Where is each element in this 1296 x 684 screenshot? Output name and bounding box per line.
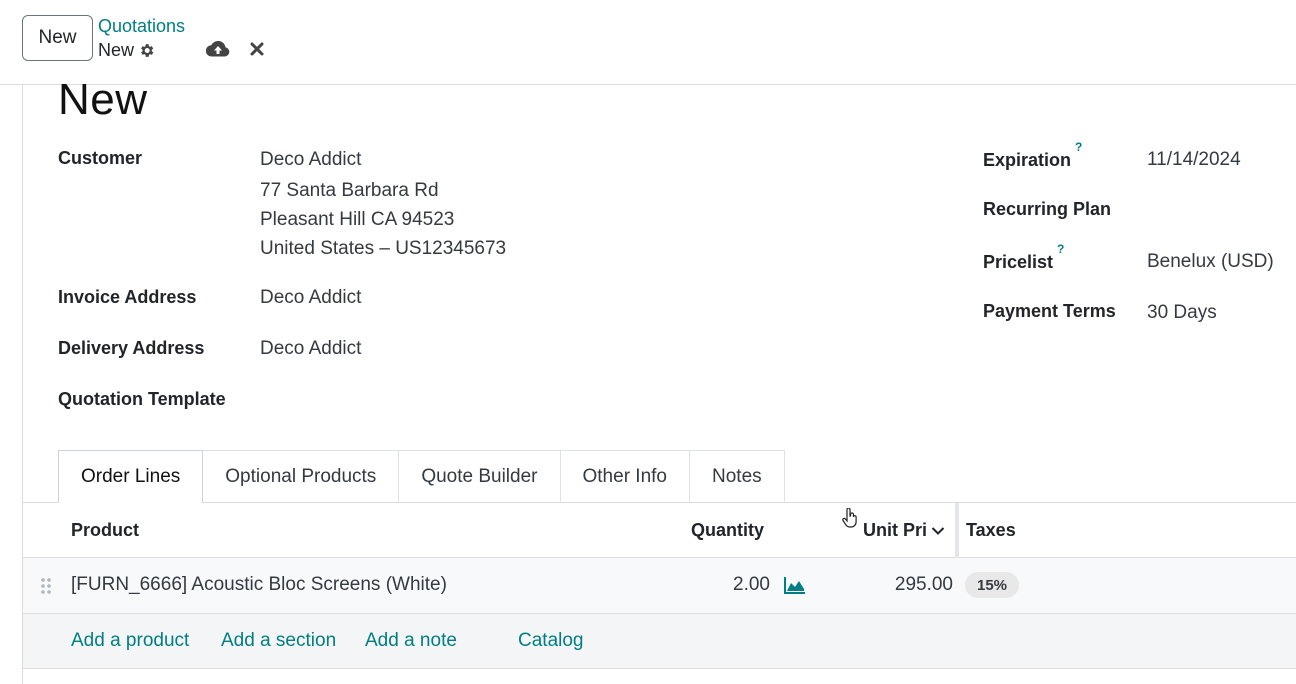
breadcrumb-quotations[interactable]: Quotations xyxy=(98,16,185,37)
expiration-field[interactable]: 11/14/2024 xyxy=(1147,149,1241,171)
quotation-template-label: Quotation Template xyxy=(58,389,226,409)
row-quantity[interactable]: 2.00 xyxy=(713,574,770,596)
tab-order-lines[interactable]: Order Lines xyxy=(58,450,204,503)
invoice-address-label: Invoice Address xyxy=(58,287,197,307)
delivery-address-field[interactable]: Deco Addict xyxy=(260,338,361,360)
breadcrumb-current-label: New xyxy=(98,40,135,60)
column-taxes[interactable]: Taxes xyxy=(966,520,1016,541)
pricelist-field[interactable]: Benelux (USD) xyxy=(1147,251,1274,273)
hand-cursor-icon xyxy=(842,508,857,528)
close-icon[interactable] xyxy=(246,38,268,60)
expiration-label: Expiration? xyxy=(983,140,1082,171)
payment-terms-field[interactable]: 30 Days xyxy=(1147,302,1217,324)
add-product-link[interactable]: Add a product xyxy=(71,630,189,652)
add-note-link[interactable]: Add a note xyxy=(365,630,457,652)
column-unit-price[interactable]: Unit Pri xyxy=(863,520,945,541)
tab-notes[interactable]: Notes xyxy=(689,450,785,503)
customer-address-line3: United States – US12345673 xyxy=(260,238,507,259)
cloud-upload-icon[interactable] xyxy=(206,38,230,60)
chevron-down-icon[interactable] xyxy=(931,526,945,536)
gear-icon[interactable] xyxy=(138,42,155,59)
add-section-link[interactable]: Add a section xyxy=(221,630,336,652)
column-product[interactable]: Product xyxy=(71,520,139,541)
help-icon[interactable]: ? xyxy=(1057,242,1064,256)
expiration-label-text: Expiration xyxy=(983,150,1072,170)
row-unit-price[interactable]: 295.00 xyxy=(863,574,953,596)
customer-name[interactable]: Deco Addict xyxy=(260,149,361,171)
tab-quote-builder[interactable]: Quote Builder xyxy=(398,450,561,503)
control-panel: New Quotations New xyxy=(0,0,1296,85)
new-button[interactable]: New xyxy=(22,15,93,61)
invoice-address-field[interactable]: Deco Addict xyxy=(260,287,361,309)
column-quantity[interactable]: Quantity xyxy=(691,520,764,541)
recurring-plan-label: Recurring Plan xyxy=(983,199,1112,219)
delivery-address-label: Delivery Address xyxy=(58,338,205,358)
row-product[interactable]: [FURN_6666] Acoustic Bloc Screens (White… xyxy=(71,574,447,596)
help-icon[interactable]: ? xyxy=(1075,140,1082,154)
customer-label: Customer xyxy=(58,148,143,168)
tab-optional-products[interactable]: Optional Products xyxy=(202,450,400,503)
recurring-plan-field[interactable] xyxy=(1147,195,1287,225)
catalog-link[interactable]: Catalog xyxy=(518,630,584,652)
pricelist-label: Pricelist? xyxy=(983,242,1064,273)
column-resizer[interactable] xyxy=(955,503,959,559)
pricelist-label-text: Pricelist xyxy=(983,252,1054,272)
record-title: New xyxy=(58,75,148,124)
tab-other-info[interactable]: Other Info xyxy=(559,450,690,503)
area-chart-icon[interactable] xyxy=(783,575,807,595)
column-unit-price-label: Unit Pri xyxy=(863,520,928,540)
notebook-tabs: Order Lines Optional Products Quote Buil… xyxy=(58,450,785,503)
drag-handle-icon[interactable] xyxy=(40,577,52,595)
order-lines-actions: Add a product Add a section Add a note C… xyxy=(23,614,1296,669)
table-row[interactable]: [FURN_6666] Acoustic Bloc Screens (White… xyxy=(23,558,1296,614)
payment-terms-label: Payment Terms xyxy=(983,301,1116,321)
customer-address-line2: Pleasant Hill CA 94523 xyxy=(260,209,455,230)
breadcrumb-current: New xyxy=(98,40,155,61)
customer-address-line1: 77 Santa Barbara Rd xyxy=(260,180,439,201)
order-lines-header: Product Quantity Unit Pri Taxes xyxy=(23,502,1296,559)
tax-badge[interactable]: 15% xyxy=(965,572,1020,598)
form-sheet: New Customer Deco Addict 77 Santa Barbar… xyxy=(22,75,1296,684)
quotation-template-field[interactable] xyxy=(260,385,560,415)
